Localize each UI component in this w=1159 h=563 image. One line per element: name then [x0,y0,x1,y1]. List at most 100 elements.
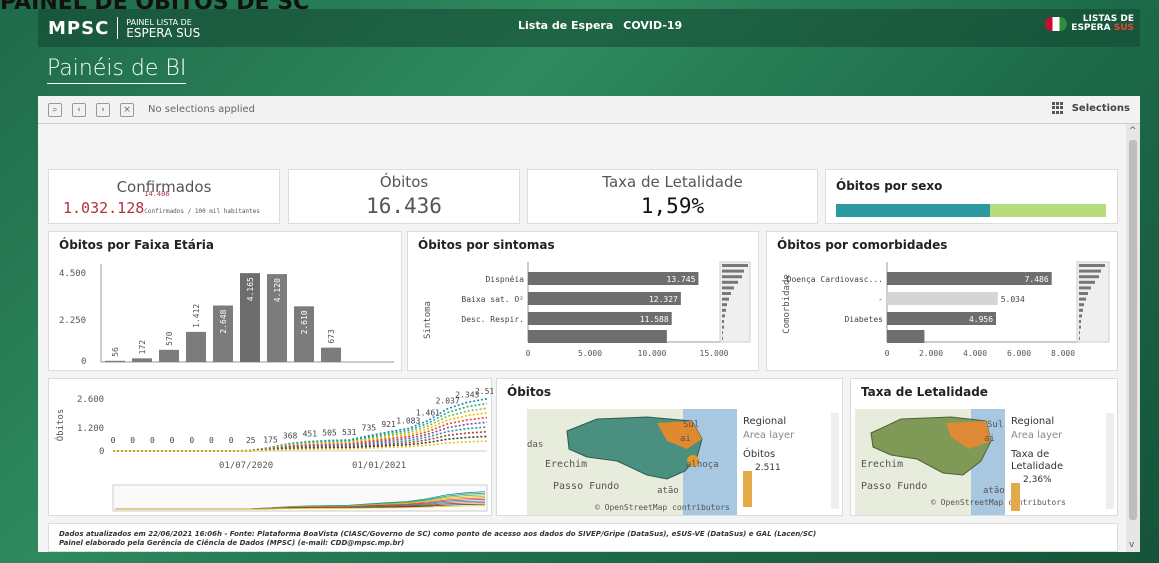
map2-legend-value: 2,36% [1023,475,1052,485]
selections-button[interactable]: Selections [1051,102,1130,114]
comorbidades-xtick-2: 4.000 [963,349,987,358]
sexo-bar-feminino[interactable] [989,204,1106,217]
faixa-ytick-2: 0 [81,357,86,367]
clear-selections-icon[interactable]: × [120,102,134,117]
sintomas-mini-3 [722,280,738,284]
brand-line2: ESPERA [1071,23,1111,33]
map1-place-0: Sul [683,420,699,430]
sintomas-mini-11 [722,325,724,329]
trend-card: Óbitos 2.600 1.200 0 01/07/2020 01/01/20… [48,378,493,517]
sintomas-mini-13 [722,336,723,340]
mpsc-logo[interactable]: MPSC PAINEL LISTA DE ESPERA SUS [48,17,200,39]
comorbidades-mini-7 [1079,303,1084,307]
obitos-por-sexo-card[interactable]: Óbitos por sexo [825,169,1118,224]
map1-place-4: alhoça [686,460,719,470]
map2-legend-title: Regional [1011,416,1055,427]
map1-legend-swatch [743,471,752,507]
comorbidades-chart[interactable]: Comorbidade Doença Cardiovasc... 7.486- 5.… [767,232,1119,372]
kpi-confirmados-rate-label: Confirmados / 100 mil habitantes [144,208,260,215]
kpi-confirmados-rate: 14.406 [144,190,170,198]
sintomas-mini-7 [722,303,727,307]
scroll-down-icon[interactable]: v [1129,540,1134,550]
logo-separator [117,17,119,39]
comorbidades-minichart [1076,261,1110,343]
trend-point-label-5: 0 [209,436,214,445]
trend-point-label-12: 531 [342,428,357,437]
map-obitos[interactable]: Sul ai das Erechim alhoça Passo Fundo at… [497,379,844,517]
sintomas-chart[interactable]: Sintoma Dispnéia 13.745 Baixa sat. O² 12.32… [408,232,760,372]
sexo-bar[interactable] [836,204,1106,217]
comorbidades-mini-9 [1079,314,1082,318]
faixa-etaria-chart[interactable]: 4.500 2.250 0 56 172 570 1.412 2.648 4.165 4.1… [49,232,403,372]
selections-toolbar: ⌕ ‹ › × No selections applied Selections [38,96,1140,124]
comorbidades-mini-8 [1079,308,1083,312]
map2-place-3: Passo Fundo [861,481,927,492]
trend-y-label: Óbitos [54,409,66,442]
sintomas-mini-0 [722,264,748,267]
sintomas-cat-0: Dispnéia [485,274,524,284]
map2-attribution: © OpenStreetMap contributors [931,498,1066,507]
step-back-icon[interactable]: ‹ [72,102,86,117]
trend-ytick-2: 0 [99,447,104,457]
step-forward-icon[interactable]: › [96,102,110,117]
trend-point-label-15: 1.083 [396,417,420,426]
map1-place-2: das [527,440,543,450]
sintomas-xtick-0: 0 [526,349,531,358]
footer-line1: Dados atualizados em 22/06/2021 16:06h -… [59,530,817,538]
sexo-bar-masculino[interactable] [836,204,990,217]
faixa-label-2: 570 [165,331,174,346]
nav-covid19[interactable]: COVID-19 [623,19,682,32]
comorbidades-val-0: 7.486 [1025,275,1049,284]
brand-text: LISTAS DE ESPERA SUS [1071,15,1134,33]
sheet-scrollbar[interactable]: ^ v [1126,124,1140,552]
kpi-confirmados-value: 1.032.128 [63,199,145,217]
comorbidades-mini-1 [1079,269,1101,273]
map-obitos-card: Óbitos Sul ai das Erechim alhoça Passo F… [496,378,843,516]
trend-xtick-0: 01/07/2020 [219,461,273,471]
sintomas-cat-2: Desc. Respir. [461,315,524,324]
map1-legend-value: 2.511 [755,463,781,473]
trend-point-label-11: 505 [322,429,337,438]
kpi-obitos-value: 16.436 [366,194,442,218]
kpi-confirmados[interactable]: Confirmados 1.032.128 14.406 Confirmados… [48,169,280,224]
sintomas-mini-5 [722,292,731,295]
logo-subtitle: PAINEL LISTA DE ESPERA SUS [126,18,200,39]
map-letalidade[interactable]: Sul ai Erechim Passo Fundo atão © OpenSt… [851,379,1119,517]
comorbidades-cat-1: - [878,295,883,304]
app-header: MPSC PAINEL LISTA DE ESPERA SUS Lista de… [38,9,1140,47]
faixa-label-0: 56 [111,347,120,357]
scroll-thumb[interactable] [1129,140,1137,520]
comorbidades-val-2: 4.956 [969,315,993,324]
footer-note: Dados atualizados em 22/06/2021 16:06h -… [59,530,816,548]
comorbidades-mini-2 [1079,275,1099,279]
faixa-label-7: 2.610 [300,310,309,334]
trend-point-label-0: 0 [111,436,116,445]
footer-line2: Painel elaborado pela Gerência de Ciênci… [59,539,405,547]
sintomas-val-0: 13.745 [667,275,696,284]
smart-search-icon[interactable]: ⌕ [48,102,62,117]
comorbidades-xtick-0: 0 [885,349,890,358]
faixa-label-6: 4.120 [273,278,282,302]
sintomas-mini-8 [722,308,726,312]
scroll-up-icon[interactable]: ^ [1129,126,1137,136]
sintomas-mini-1 [722,269,744,273]
trend-chart[interactable]: Óbitos 2.600 1.200 0 01/07/2020 01/01/20… [49,379,493,517]
trend-point-label-9: 368 [283,431,298,440]
sintomas-minichart [719,261,751,343]
trend-point-label-6: 0 [229,436,234,445]
comorbidades-mini-4 [1079,286,1091,290]
comorbidades-mini-5 [1079,292,1088,295]
trend-point-label-1: 0 [130,436,135,445]
kpi-letalidade[interactable]: Taxa de Letalidade 1,59% [527,169,818,224]
faixa-label-8: 673 [327,329,336,344]
sintomas-cat-1: Baixa sat. O² [461,295,524,304]
comorbidades-mini-11 [1079,325,1081,329]
trend-xtick-1: 01/01/2021 [352,461,406,471]
kpi-obitos[interactable]: Óbitos 16.436 [288,169,520,224]
map2-place-2: Erechim [861,459,903,470]
map1-place-3: Erechim [545,459,587,470]
nav-lista-espera[interactable]: Lista de Espera [518,19,613,32]
comorbidades-xtick-1: 2.000 [919,349,943,358]
map1-legend-measure: Óbitos [743,449,776,460]
logo-main-text: MPSC [48,17,110,39]
